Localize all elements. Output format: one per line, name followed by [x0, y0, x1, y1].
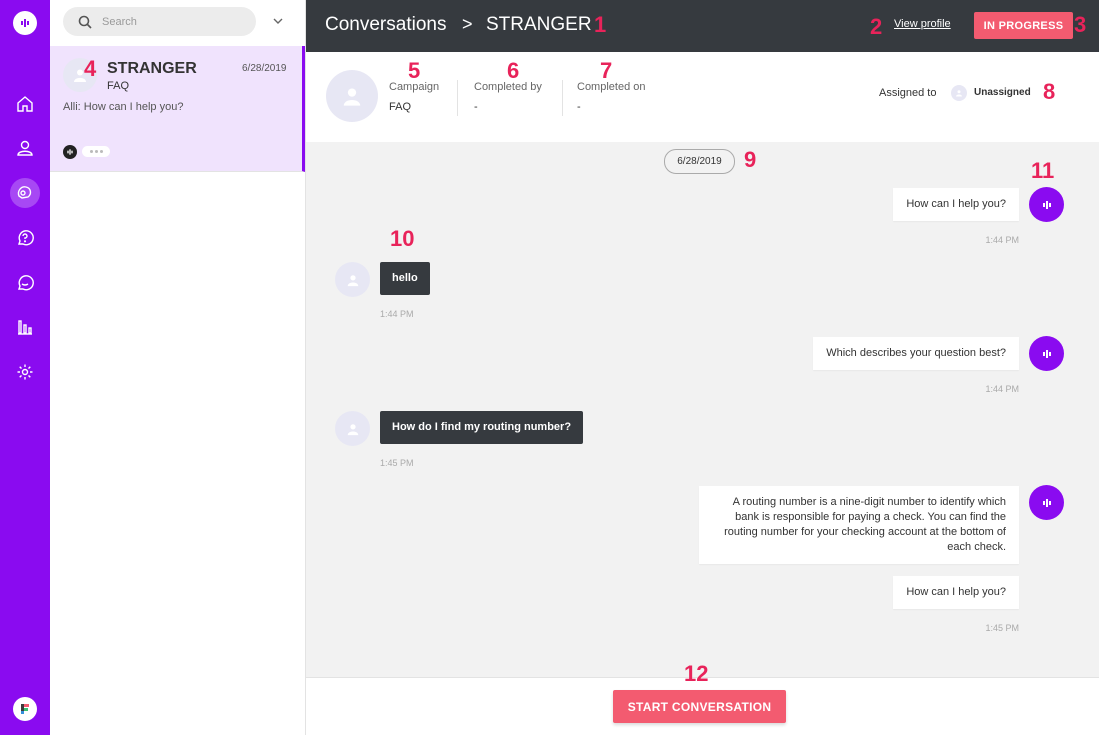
annotation-marker: 1 — [594, 12, 607, 37]
settings-icon[interactable] — [10, 357, 40, 387]
bot-avatar-icon — [1029, 336, 1064, 371]
user-avatar-icon — [326, 70, 378, 122]
search-icon — [78, 15, 92, 29]
bot-avatar-icon — [63, 145, 77, 159]
message-time: 1:45 PM — [380, 458, 414, 468]
annotation-marker: 3 — [1074, 12, 1087, 37]
conversation-list-panel: STRANGER 6/28/2019 FAQ Alli: How can I h… — [50, 0, 306, 735]
brand-icon[interactable] — [13, 697, 37, 721]
chevron-down-icon[interactable] — [270, 13, 286, 29]
chat-icon[interactable] — [10, 268, 40, 298]
annotation-marker: 5 — [408, 58, 421, 83]
conversation-preview: Alli: How can I help you? — [63, 101, 184, 113]
conversations-icon[interactable] — [10, 178, 40, 208]
analytics-icon[interactable] — [10, 312, 40, 342]
divider — [457, 80, 458, 116]
completed-by-value: - — [474, 101, 478, 113]
bot-message: A routing number is a nine-digit number … — [699, 486, 1019, 564]
search-box[interactable] — [63, 7, 256, 36]
completed-by-field: Completed by - — [474, 81, 542, 113]
bot-avatar-icon — [1029, 187, 1064, 222]
annotation-marker: 2 — [870, 14, 883, 39]
annotation-marker: 12 — [684, 661, 709, 686]
annotation-marker: 6 — [507, 58, 520, 83]
date-divider: 6/28/2019 — [664, 149, 735, 174]
annotation-marker: 7 — [600, 58, 613, 83]
message-time: 1:45 PM — [985, 623, 1019, 633]
bot-message: Which describes your question best? — [813, 337, 1019, 370]
bot-avatar-icon — [1029, 485, 1064, 520]
annotation-marker: 9 — [744, 147, 757, 172]
user-message: How do I find my routing number? — [380, 411, 584, 444]
campaign-field: Campaign FAQ — [389, 81, 439, 113]
view-profile-link[interactable]: View profile — [894, 18, 951, 30]
alli-logo-icon[interactable] — [13, 11, 37, 35]
assignee-avatar-icon — [951, 85, 967, 101]
annotation-marker: 10 — [390, 226, 415, 251]
annotation-marker: 11 — [1031, 158, 1055, 183]
message-time: 1:44 PM — [985, 384, 1019, 394]
message-time: 1:44 PM — [380, 309, 414, 319]
conversation-date: 6/28/2019 — [242, 63, 287, 74]
home-icon[interactable] — [10, 89, 40, 119]
bot-message: How can I help you? — [893, 576, 1019, 609]
user-message: hello — [380, 262, 430, 295]
conversation-info-bar: Campaign FAQ Completed by - Completed on… — [306, 52, 1099, 143]
assigned-value[interactable]: Unassigned — [974, 87, 1031, 98]
breadcrumb-conversations[interactable]: Conversations — [325, 14, 446, 36]
typing-indicator — [82, 146, 110, 157]
bot-message: How can I help you? — [893, 188, 1019, 221]
assigned-label: Assigned to — [879, 87, 937, 99]
search-input[interactable] — [100, 14, 244, 29]
campaign-value: FAQ — [389, 101, 412, 113]
annotation-marker: 4 — [84, 56, 97, 81]
header-bar: Conversations > STRANGER View profile IN… — [306, 0, 1099, 52]
user-icon[interactable] — [10, 133, 40, 163]
message-time: 1:44 PM — [985, 235, 1019, 245]
user-avatar-icon — [335, 262, 370, 297]
status-button[interactable]: IN PROGRESS — [974, 12, 1073, 39]
chat-transcript: 6/28/2019 How can I help you? 1:44 PM he… — [306, 142, 1099, 677]
completed-on-field: Completed on - — [577, 81, 646, 113]
breadcrumb-separator: > — [462, 14, 473, 34]
annotation-marker: 8 — [1043, 79, 1056, 104]
start-conversation-button[interactable]: START CONVERSATION — [613, 690, 786, 723]
conversation-name: STRANGER — [107, 60, 197, 77]
left-nav-rail — [0, 0, 50, 735]
completed-on-value: - — [577, 101, 581, 113]
conversation-campaign: FAQ — [107, 80, 130, 92]
user-avatar-icon — [335, 411, 370, 446]
faq-icon[interactable] — [10, 223, 40, 253]
divider — [562, 80, 563, 116]
breadcrumb-current: STRANGER — [486, 14, 592, 35]
